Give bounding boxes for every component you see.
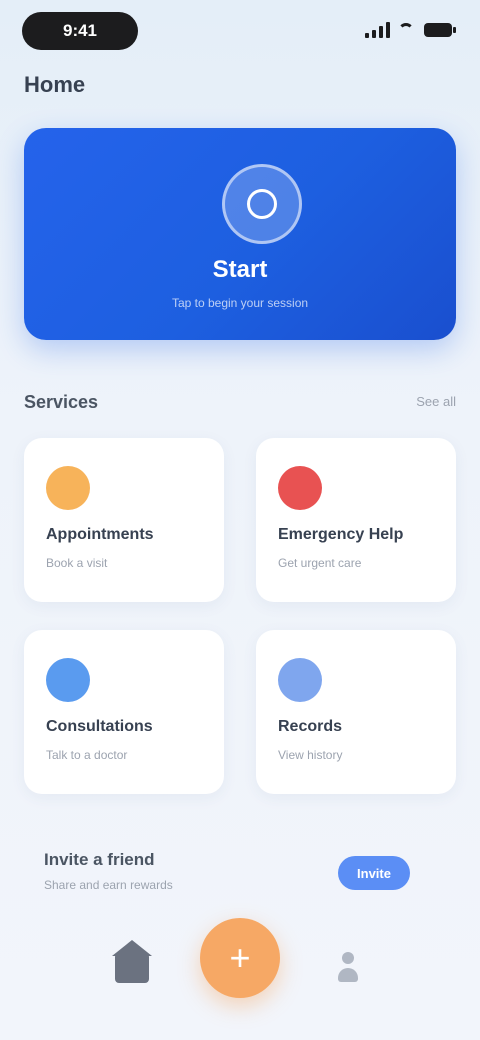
nav-home[interactable]	[110, 940, 154, 990]
home-icon	[112, 940, 152, 983]
fab-add-button[interactable]: +	[200, 918, 280, 998]
see-all-link[interactable]: See all	[416, 394, 456, 409]
tile-title: Emergency Help	[278, 526, 404, 543]
tile-appointments[interactable]: Appointments Book a visit	[24, 438, 224, 602]
tile-subtitle: View history	[278, 748, 343, 762]
battery-icon	[424, 23, 456, 37]
status-bar: 9:41	[0, 0, 480, 62]
hero-subtitle: Tap to begin your session	[171, 296, 309, 310]
target-icon	[222, 164, 302, 244]
calendar-icon	[46, 466, 90, 510]
tile-subtitle: Talk to a doctor	[46, 748, 128, 762]
page-title: Home	[24, 72, 86, 97]
tile-title: Appointments	[46, 526, 154, 543]
tile-title: Consultations	[46, 718, 153, 735]
tile-emergency[interactable]: Emergency Help Get urgent care	[256, 438, 456, 602]
tile-title: Records	[278, 718, 343, 735]
nav-profile[interactable]	[326, 946, 370, 990]
section-title: Services	[24, 392, 99, 412]
promo-text: Invite a friend	[44, 850, 155, 869]
chat-icon	[46, 658, 90, 702]
promo-subtitle: Share and earn rewards	[44, 878, 173, 892]
plus-icon: +	[229, 937, 251, 978]
document-icon	[278, 658, 322, 702]
hero-start-card[interactable]: Start Tap to begin your session	[24, 128, 456, 340]
signal-icon	[365, 22, 390, 38]
wifi-icon	[398, 23, 416, 37]
tile-subtitle: Get urgent care	[278, 556, 362, 570]
tile-records[interactable]: Records View history	[256, 630, 456, 794]
alert-icon	[278, 466, 322, 510]
tile-consultations[interactable]: Consultations Talk to a doctor	[24, 630, 224, 794]
tile-subtitle: Book a visit	[46, 556, 108, 570]
bottom-nav: +	[0, 900, 480, 1040]
status-time: 9:41	[22, 12, 138, 50]
profile-icon	[338, 952, 358, 984]
promo-banner: Invite a friend Share and earn rewards I…	[24, 830, 456, 906]
invite-button[interactable]: Invite	[338, 856, 410, 890]
status-icons	[365, 22, 456, 38]
section-header: Services See all	[24, 388, 456, 416]
hero-label: Start	[212, 256, 268, 283]
